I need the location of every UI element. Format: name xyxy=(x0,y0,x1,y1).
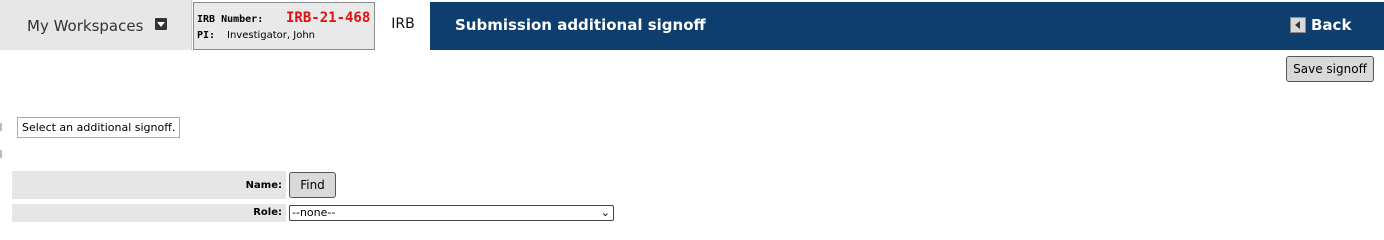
find-button[interactable]: Find xyxy=(289,172,336,198)
caret-down-icon[interactable] xyxy=(155,18,167,30)
left-edge-mark xyxy=(0,150,2,158)
irb-number-label: IRB Number: xyxy=(197,14,264,25)
pi-value: Investigator, John xyxy=(227,30,315,41)
name-label-cell: Name: xyxy=(12,171,286,199)
my-workspaces-menu[interactable]: My Workspaces xyxy=(0,0,192,50)
pi-label: PI: xyxy=(197,30,216,41)
role-select[interactable]: --none-- ⌄ xyxy=(289,205,614,221)
top-bar: My Workspaces IRB Number: IRB-21-468 PI:… xyxy=(0,0,1384,50)
arrow-left-icon[interactable] xyxy=(1290,17,1306,33)
role-label: Role: xyxy=(253,207,282,218)
chevron-down-icon[interactable]: ⌄ xyxy=(601,206,610,220)
page-title: Submission additional signoff xyxy=(455,16,706,34)
irb-info-box: IRB Number: IRB-21-468 PI: Investigator,… xyxy=(193,2,375,50)
left-edge-mark xyxy=(0,123,2,131)
my-workspaces-label[interactable]: My Workspaces xyxy=(27,17,143,35)
tab-irb[interactable]: IRB xyxy=(376,0,430,50)
save-signoff-button[interactable]: Save signoff xyxy=(1286,56,1374,82)
name-label: Name: xyxy=(245,180,282,191)
irb-number-value: IRB-21-468 xyxy=(286,10,371,26)
back-label[interactable]: Back xyxy=(1311,16,1351,34)
role-label-cell: Role: xyxy=(12,204,286,222)
role-select-value[interactable]: --none-- xyxy=(292,206,335,220)
title-bar: Submission additional signoff Back xyxy=(430,2,1384,50)
instruction-text: Select an additional signoff. xyxy=(17,117,181,138)
